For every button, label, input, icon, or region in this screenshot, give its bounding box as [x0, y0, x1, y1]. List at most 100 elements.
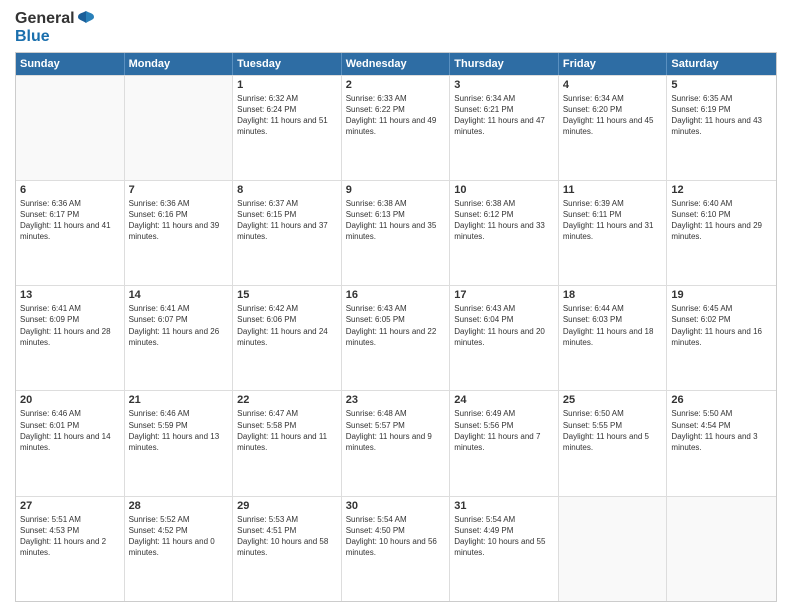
- table-row: 15 Sunrise: 6:42 AM Sunset: 6:06 PM Dayli…: [233, 286, 342, 390]
- table-row: 4 Sunrise: 6:34 AM Sunset: 6:20 PM Daylig…: [559, 76, 668, 180]
- table-row: 5Sunrise: 6:35 AM Sunset: 6:19 PM Daylig…: [667, 76, 776, 180]
- day-number: 2: [346, 79, 446, 91]
- table-row: 20 Sunrise: 6:46 AM Sunset: 6:01 PM Dayli…: [16, 391, 125, 495]
- calendar-row: 13 Sunrise: 6:41 AM Sunset: 6:09 PM Dayli…: [16, 285, 776, 390]
- table-row: 22 Sunrise: 6:47 AM Sunset: 5:58 PM Dayli…: [233, 391, 342, 495]
- table-row: 11Sunrise: 6:39 AM Sunset: 6:11 PM Dayli…: [559, 181, 668, 285]
- table-row: 17 Sunrise: 6:43 AM Sunset: 6:04 PM Dayli…: [450, 286, 559, 390]
- table-row: 28 Sunrise: 5:52 AM Sunset: 4:52 PM Dayli…: [125, 497, 234, 601]
- day-info: Sunrise: 6:38 AM Sunset: 6:12 PM Dayligh…: [454, 198, 554, 243]
- day-info: Sunrise: 5:54 AM Sunset: 4:50 PM Dayligh…: [346, 514, 446, 559]
- day-info: Sunrise: 6:47 AM Sunset: 5:58 PM Dayligh…: [237, 408, 337, 453]
- table-row: 9 Sunrise: 6:38 AM Sunset: 6:13 PM Daylig…: [342, 181, 451, 285]
- table-row: 6 Sunrise: 6:36 AM Sunset: 6:17 PM Daylig…: [16, 181, 125, 285]
- table-row: 2 Sunrise: 6:33 AM Sunset: 6:22 PM Daylig…: [342, 76, 451, 180]
- day-number: 4: [563, 79, 663, 91]
- table-row: 10 Sunrise: 6:38 AM Sunset: 6:12 PM Dayli…: [450, 181, 559, 285]
- header-sunday: Sunday: [16, 53, 125, 75]
- day-number: 15: [237, 289, 337, 301]
- day-number: 19: [671, 289, 772, 301]
- day-info: Sunrise: 5:52 AM Sunset: 4:52 PM Dayligh…: [129, 514, 229, 559]
- day-info: Sunrise: 5:53 AM Sunset: 4:51 PM Dayligh…: [237, 514, 337, 559]
- day-number: 20: [20, 394, 120, 406]
- day-number: 31: [454, 500, 554, 512]
- table-row: [125, 76, 234, 180]
- day-number: 17: [454, 289, 554, 301]
- table-row: 25 Sunrise: 6:50 AM Sunset: 5:55 PM Dayli…: [559, 391, 668, 495]
- calendar-header: Sunday Monday Tuesday Wednesday Thursday…: [16, 53, 776, 75]
- day-info: Sunrise: 6:46 AM Sunset: 6:01 PM Dayligh…: [20, 408, 120, 453]
- day-info: Sunrise: 6:42 AM Sunset: 6:06 PM Dayligh…: [237, 303, 337, 348]
- day-info: Sunrise: 5:54 AM Sunset: 4:49 PM Dayligh…: [454, 514, 554, 559]
- day-number: 30: [346, 500, 446, 512]
- day-info: Sunrise: 6:34 AM Sunset: 6:21 PM Dayligh…: [454, 93, 554, 138]
- day-number: 8: [237, 184, 337, 196]
- table-row: 26 Sunrise: 5:50 AM Sunset: 4:54 PM Dayli…: [667, 391, 776, 495]
- day-info: Sunrise: 6:50 AM Sunset: 5:55 PM Dayligh…: [563, 408, 663, 453]
- table-row: 19 Sunrise: 6:45 AM Sunset: 6:02 PM Dayli…: [667, 286, 776, 390]
- table-row: 21Sunrise: 6:46 AM Sunset: 5:59 PM Dayli…: [125, 391, 234, 495]
- calendar-row: 6 Sunrise: 6:36 AM Sunset: 6:17 PM Daylig…: [16, 180, 776, 285]
- day-info: Sunrise: 6:41 AM Sunset: 6:07 PM Dayligh…: [129, 303, 229, 348]
- day-info: Sunrise: 5:50 AM Sunset: 4:54 PM Dayligh…: [671, 408, 772, 453]
- day-info: Sunrise: 6:43 AM Sunset: 6:04 PM Dayligh…: [454, 303, 554, 348]
- day-info: Sunrise: 6:40 AM Sunset: 6:10 PM Dayligh…: [671, 198, 772, 243]
- calendar: Sunday Monday Tuesday Wednesday Thursday…: [15, 52, 777, 602]
- table-row: 31 Sunrise: 5:54 AM Sunset: 4:49 PM Dayli…: [450, 497, 559, 601]
- header-tuesday: Tuesday: [233, 53, 342, 75]
- table-row: 3 Sunrise: 6:34 AM Sunset: 6:21 PM Daylig…: [450, 76, 559, 180]
- day-number: 13: [20, 289, 120, 301]
- day-info: Sunrise: 6:49 AM Sunset: 5:56 PM Dayligh…: [454, 408, 554, 453]
- table-row: 7 Sunrise: 6:36 AM Sunset: 6:16 PM Daylig…: [125, 181, 234, 285]
- table-row: 24 Sunrise: 6:49 AM Sunset: 5:56 PM Dayli…: [450, 391, 559, 495]
- day-number: 29: [237, 500, 337, 512]
- header-friday: Friday: [559, 53, 668, 75]
- day-number: 24: [454, 394, 554, 406]
- table-row: [559, 497, 668, 601]
- day-info: Sunrise: 6:45 AM Sunset: 6:02 PM Dayligh…: [671, 303, 772, 348]
- day-info: Sunrise: 6:44 AM Sunset: 6:03 PM Dayligh…: [563, 303, 663, 348]
- table-row: 14 Sunrise: 6:41 AM Sunset: 6:07 PM Dayli…: [125, 286, 234, 390]
- day-number: 28: [129, 500, 229, 512]
- day-number: 6: [20, 184, 120, 196]
- day-info: Sunrise: 6:32 AM Sunset: 6:24 PM Dayligh…: [237, 93, 337, 138]
- day-info: Sunrise: 6:35 AM Sunset: 6:19 PM Dayligh…: [671, 93, 772, 138]
- table-row: 13 Sunrise: 6:41 AM Sunset: 6:09 PM Dayli…: [16, 286, 125, 390]
- day-info: Sunrise: 6:38 AM Sunset: 6:13 PM Dayligh…: [346, 198, 446, 243]
- day-info: Sunrise: 6:33 AM Sunset: 6:22 PM Dayligh…: [346, 93, 446, 138]
- day-number: 9: [346, 184, 446, 196]
- header-monday: Monday: [125, 53, 234, 75]
- table-row: [667, 497, 776, 601]
- day-number: 16: [346, 289, 446, 301]
- header-saturday: Saturday: [667, 53, 776, 75]
- day-number: 18: [563, 289, 663, 301]
- day-number: 3: [454, 79, 554, 91]
- calendar-row: 20 Sunrise: 6:46 AM Sunset: 6:01 PM Dayli…: [16, 390, 776, 495]
- calendar-row: 1 Sunrise: 6:32 AM Sunset: 6:24 PM Daylig…: [16, 75, 776, 180]
- day-info: Sunrise: 6:36 AM Sunset: 6:16 PM Dayligh…: [129, 198, 229, 243]
- table-row: 30 Sunrise: 5:54 AM Sunset: 4:50 PM Dayli…: [342, 497, 451, 601]
- table-row: 18 Sunrise: 6:44 AM Sunset: 6:03 PM Dayli…: [559, 286, 668, 390]
- day-info: Sunrise: 6:41 AM Sunset: 6:09 PM Dayligh…: [20, 303, 120, 348]
- day-info: Sunrise: 6:37 AM Sunset: 6:15 PM Dayligh…: [237, 198, 337, 243]
- table-row: 27Sunrise: 5:51 AM Sunset: 4:53 PM Dayli…: [16, 497, 125, 601]
- table-row: 1 Sunrise: 6:32 AM Sunset: 6:24 PM Daylig…: [233, 76, 342, 180]
- day-info: Sunrise: 5:51 AM Sunset: 4:53 PM Dayligh…: [20, 514, 120, 559]
- table-row: 29 Sunrise: 5:53 AM Sunset: 4:51 PM Dayli…: [233, 497, 342, 601]
- page: GeneralBlue Sunday Monday Tuesday Wednes…: [0, 0, 792, 612]
- logo-general: General: [15, 10, 75, 28]
- day-number: 7: [129, 184, 229, 196]
- logo: GeneralBlue: [15, 10, 95, 46]
- table-row: [16, 76, 125, 180]
- day-number: 22: [237, 394, 337, 406]
- day-number: 10: [454, 184, 554, 196]
- header: GeneralBlue: [15, 10, 777, 46]
- day-info: Sunrise: 6:34 AM Sunset: 6:20 PM Dayligh…: [563, 93, 663, 138]
- day-number: 26: [671, 394, 772, 406]
- day-info: Sunrise: 6:36 AM Sunset: 6:17 PM Dayligh…: [20, 198, 120, 243]
- day-number: 14: [129, 289, 229, 301]
- logo-blue: Blue: [15, 28, 50, 45]
- day-number: 1: [237, 79, 337, 91]
- table-row: 23Sunrise: 6:48 AM Sunset: 5:57 PM Dayli…: [342, 391, 451, 495]
- day-number: 25: [563, 394, 663, 406]
